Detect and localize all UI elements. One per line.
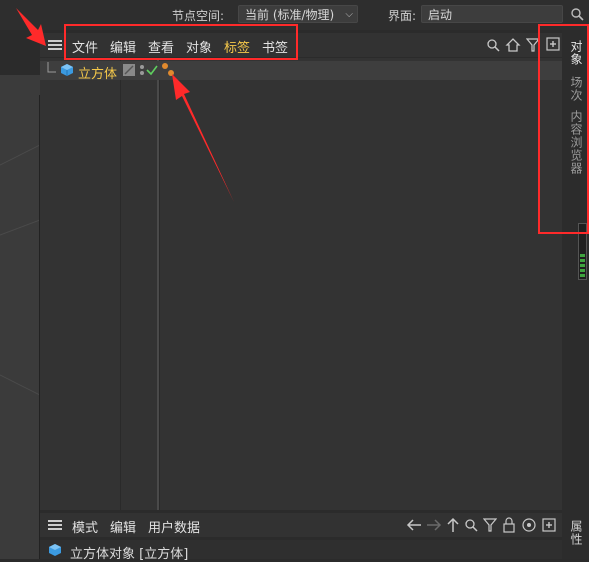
annotation-arrow-menu (16, 8, 46, 46)
annotation-arrows (16, 8, 234, 202)
annotation-arrow-tag (172, 74, 234, 202)
